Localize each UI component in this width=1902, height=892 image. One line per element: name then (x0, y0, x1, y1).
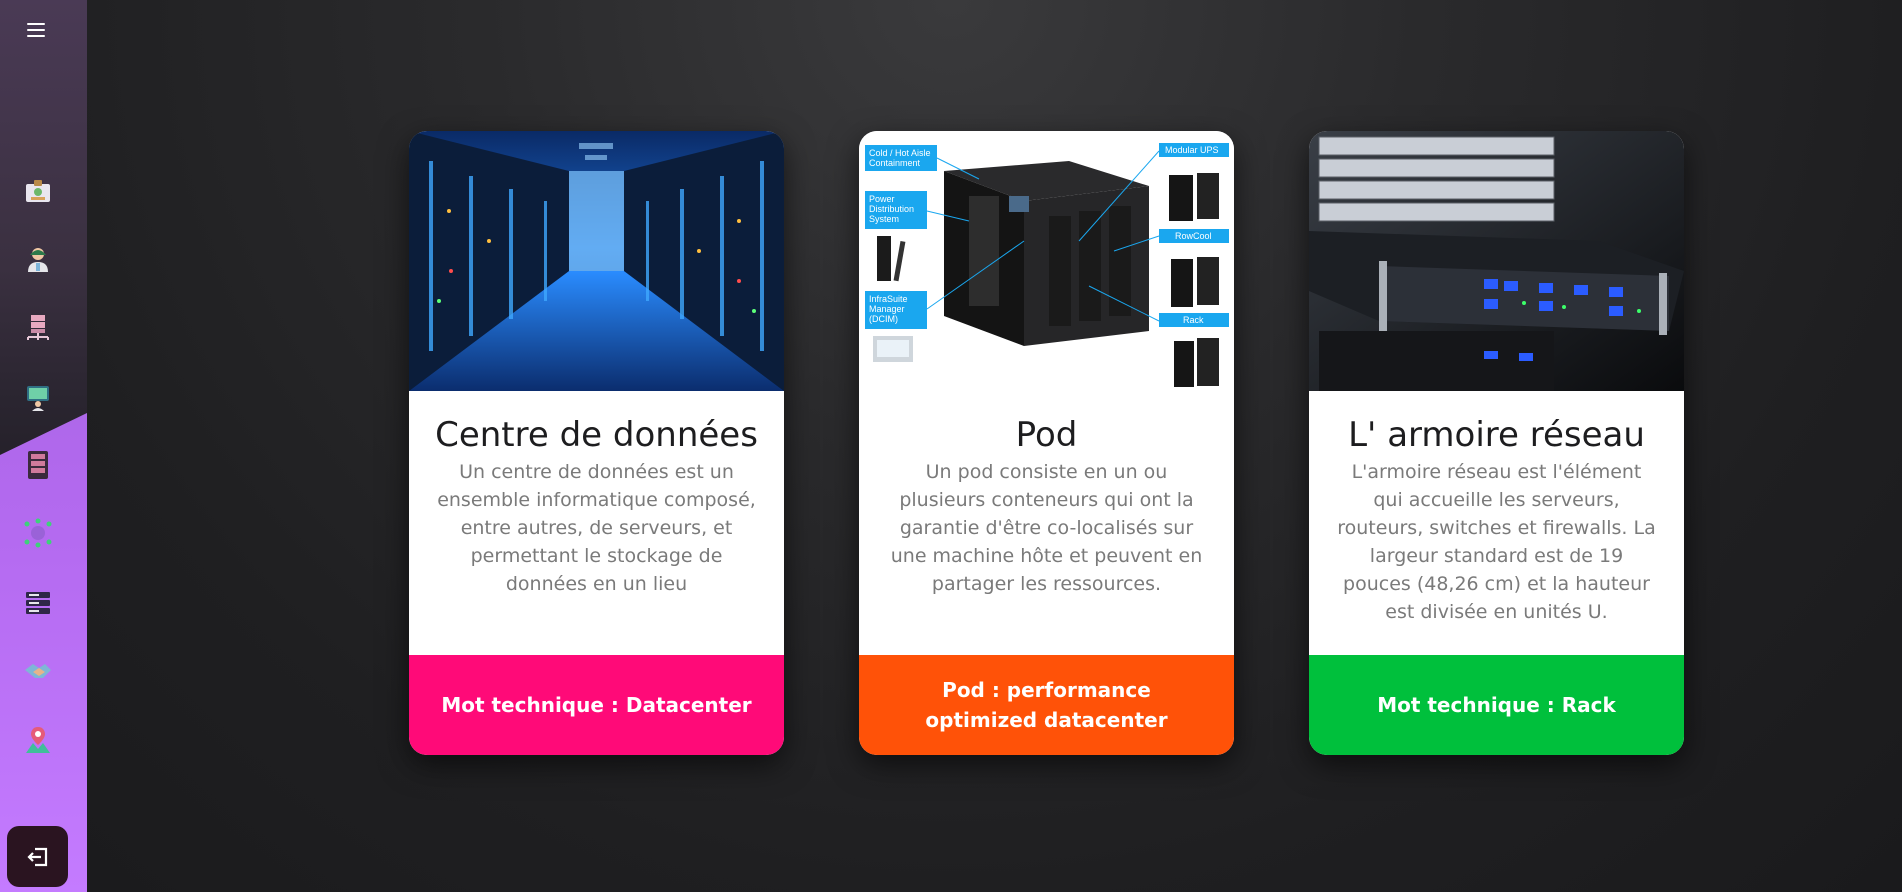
svg-text:Cold / Hot Aisle: Cold / Hot Aisle (869, 148, 931, 158)
svg-text:Distribution: Distribution (869, 204, 914, 214)
card-footer[interactable]: Pod : performance optimized datacenter (859, 655, 1234, 755)
svg-text:Power: Power (869, 194, 895, 204)
sidebar-item-id-card-icon[interactable] (22, 175, 54, 207)
card-body: L' armoire réseau L'armoire réseau est l… (1309, 391, 1684, 655)
card-title: L' armoire réseau (1348, 415, 1645, 455)
svg-text:Manager: Manager (869, 304, 905, 314)
card-title: Centre de données (435, 415, 758, 455)
svg-text:Containment: Containment (869, 158, 921, 168)
sidebar-item-network-hub-icon[interactable] (22, 517, 54, 549)
sidebar-item-location-user-icon[interactable] (22, 724, 54, 756)
svg-text:RowCool: RowCool (1175, 231, 1212, 241)
datacenter-image (409, 131, 784, 391)
card-pod: Cold / Hot Aisle Containment Power Distrib… (859, 131, 1234, 755)
card-footer[interactable]: Mot technique : Rack (1309, 655, 1684, 755)
hamburger-menu-icon[interactable] (25, 19, 51, 43)
sidebar-item-handshake-icon[interactable] (22, 656, 54, 688)
sidebar-item-monitor-user-icon[interactable] (22, 381, 54, 413)
sidebar-item-network-server-icon[interactable] (22, 311, 54, 343)
card-body: Pod Un pod consiste en un ou plusieurs c… (859, 391, 1234, 655)
card-description: L'armoire réseau est l'élément qui accue… (1337, 461, 1656, 623)
sidebar-item-server-stack-icon[interactable] (22, 587, 54, 619)
card-datacenter: Centre de données Un centre de données e… (409, 131, 784, 755)
logout-button[interactable] (7, 826, 68, 887)
card-footer[interactable]: Mot technique : Datacenter (409, 655, 784, 755)
svg-text:Rack: Rack (1183, 315, 1204, 325)
svg-text:Modular UPS: Modular UPS (1165, 145, 1219, 155)
card-description: Un centre de données est un ensemble inf… (437, 461, 756, 595)
svg-text:(DCIM): (DCIM) (869, 314, 898, 324)
svg-text:InfraSuite: InfraSuite (869, 294, 908, 304)
card-rack: L' armoire réseau L'armoire réseau est l… (1309, 131, 1684, 755)
sidebar-item-user-icon[interactable] (22, 243, 54, 275)
sidebar-accent (0, 413, 87, 892)
pod-diagram-image: Cold / Hot Aisle Containment Power Distrib… (859, 131, 1234, 391)
sidebar (0, 0, 87, 892)
sidebar-item-server-rack-icon[interactable] (22, 449, 54, 481)
svg-text:System: System (869, 214, 899, 224)
rack-image (1309, 131, 1684, 391)
logout-icon (26, 847, 47, 866)
card-title: Pod (1015, 415, 1078, 455)
card-description: Un pod consiste en un ou plusieurs conte… (890, 461, 1203, 595)
card-body: Centre de données Un centre de données e… (409, 391, 784, 655)
